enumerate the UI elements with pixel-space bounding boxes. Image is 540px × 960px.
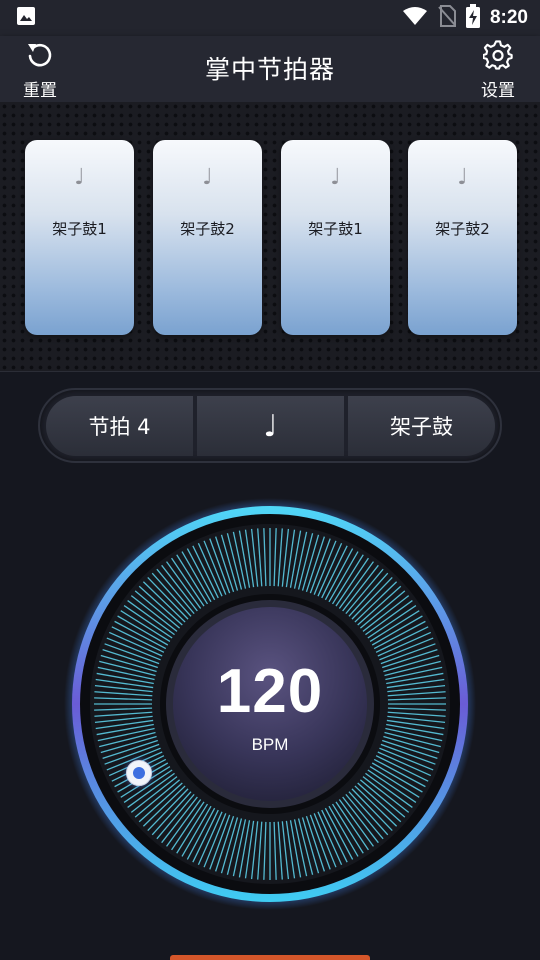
beats-selector[interactable]: 节拍 4 [46, 396, 193, 456]
drum-pad-3[interactable]: ♩ 架子鼓1 [281, 140, 390, 335]
note-value-selector[interactable]: ♩ [197, 396, 344, 456]
image-icon [16, 6, 36, 30]
note-icon: ♩ [330, 165, 341, 190]
pad-label: 架子鼓2 [435, 220, 490, 238]
wifi-icon [402, 6, 428, 30]
tempo-dial[interactable]: 120 BPM [64, 498, 476, 910]
bpm-unit: BPM [251, 735, 289, 754]
drum-pads: ♩ 架子鼓1 ♩ 架子鼓2 ♩ 架子鼓1 ♩ 架子鼓2 [25, 140, 517, 335]
gear-icon [482, 40, 513, 74]
note-icon: ♩ [202, 165, 213, 190]
pad-label: 架子鼓2 [180, 220, 235, 238]
pad-label: 架子鼓1 [308, 220, 363, 238]
drum-pad-4[interactable]: ♩ 架子鼓2 [408, 140, 517, 335]
battery-charging-icon [465, 4, 480, 32]
instrument-selector[interactable]: 架子鼓 [348, 396, 495, 456]
start-button-edge[interactable] [170, 955, 370, 960]
app-header: 重置 掌中节拍器 设置 [0, 36, 540, 102]
drum-pad-1[interactable]: ♩ 架子鼓1 [25, 140, 134, 335]
bpm-value: 120 [216, 657, 324, 726]
status-bar: 8:20 [0, 0, 540, 36]
note-icon: ♩ [74, 165, 85, 190]
pad-label: 架子鼓1 [52, 220, 107, 238]
page-title: 掌中节拍器 [204, 55, 335, 84]
note-icon: ♩ [457, 165, 468, 190]
tempo-knob-handle[interactable] [126, 760, 152, 786]
settings-button[interactable]: 设置 [468, 40, 528, 101]
settings-label: 设置 [481, 81, 515, 101]
drum-pad-2[interactable]: ♩ 架子鼓2 [153, 140, 262, 335]
status-time: 8:20 [489, 7, 528, 28]
no-sim-icon [438, 5, 456, 31]
quarter-note-icon: ♩ [263, 408, 278, 444]
rhythm-selector: 节拍 4 ♩ 架子鼓 [38, 388, 502, 463]
